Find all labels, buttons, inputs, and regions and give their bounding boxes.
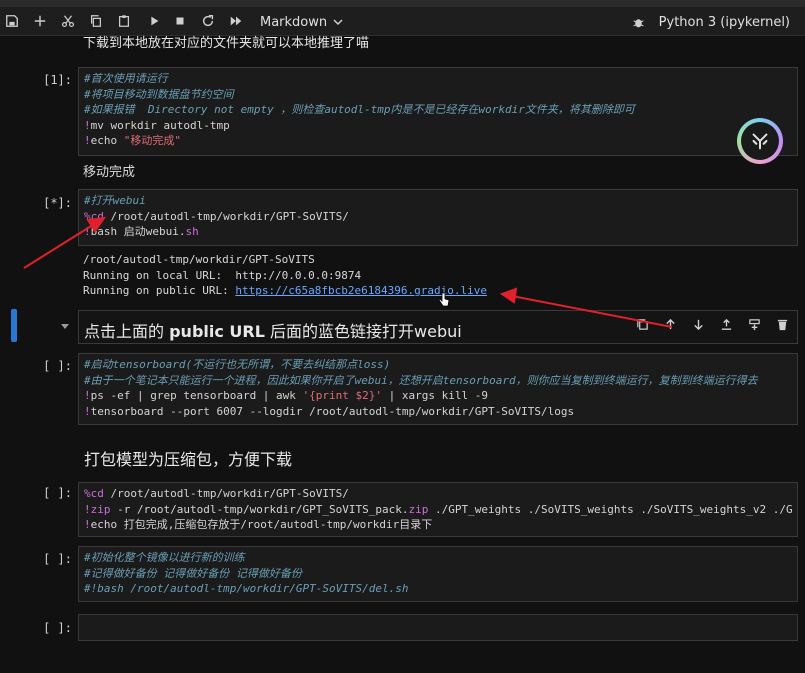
code-keyword: zip	[90, 502, 111, 516]
code-comment: #由于一个笔记本只能运行一个进程，因此如果你开启了webui，还想开启tenso…	[84, 373, 758, 387]
code-comment: #打开webui	[84, 194, 146, 207]
code-comment: #初始化整个镜像以进行新的训练	[84, 551, 245, 564]
cell-type-select[interactable]: Markdown	[260, 13, 343, 31]
paste-icon[interactable]	[114, 11, 134, 31]
hand-cursor-icon	[438, 292, 450, 307]
markdown-heading: 点击上面的 public URL 后面的蓝色链接打开webui	[84, 318, 462, 342]
code-comment: #记得做好备份 记得做好备份 记得做好备份	[84, 566, 302, 580]
markdown-heading: 打包模型为压缩包，方便下载	[84, 450, 293, 469]
insert-below-icon[interactable]	[740, 314, 768, 334]
code-cell-6-empty[interactable]	[78, 614, 798, 641]
code-ext: sh	[185, 225, 199, 238]
cut-icon[interactable]	[58, 11, 78, 31]
code-cell-3[interactable]: #启动tensorboard(不运行也无所谓，不要去纠结那点loss) #由于一…	[78, 353, 798, 425]
duplicate-icon[interactable]	[628, 314, 656, 334]
restart-icon[interactable]	[198, 11, 218, 31]
code-line: | xargs kill -9	[382, 389, 488, 402]
code-line: /root/autodl-tmp/workdir/GPT-SoVITS/	[103, 209, 349, 223]
run-icon[interactable]	[144, 11, 164, 31]
save-icon[interactable]	[2, 11, 22, 31]
bug-icon[interactable]	[632, 16, 645, 29]
code-line: bash 启动webui.	[90, 225, 186, 238]
heading-text: 后面的蓝色链接打开webui	[264, 322, 462, 341]
code-comment: #启动tensorboard(不运行也无所谓，不要去纠结那点loss)	[84, 358, 391, 371]
cell-prompt: [ ]:	[43, 486, 72, 500]
insert-above-icon[interactable]	[712, 314, 740, 334]
cell-prompt: [ ]:	[43, 359, 72, 373]
move-down-icon[interactable]	[684, 314, 712, 334]
cell-output: 移动完成	[83, 165, 136, 180]
code-line: echo 打包完成,压缩包存放于/root/autodl-tmp/workdir…	[90, 518, 433, 531]
kernel-indicator[interactable]: Python 3 (ipykernel)	[632, 13, 790, 31]
code-line: ps -ef | grep tensorboard | awk	[90, 389, 303, 402]
bang: !	[84, 118, 91, 132]
bang: !	[84, 404, 91, 418]
bang: !	[84, 225, 91, 238]
cell-prompt: [*]:	[43, 196, 72, 210]
cell-type-value: Markdown	[260, 14, 328, 30]
bang: !	[84, 389, 91, 402]
bang: !	[84, 518, 91, 531]
output-line: /root/autodl-tmp/workdir/GPT-SoVITS	[83, 253, 315, 266]
logo-icon	[752, 133, 768, 150]
code-cell-2[interactable]: #打开webui %cd /root/autodl-tmp/workdir/GP…	[78, 189, 798, 246]
magic: %cd	[84, 487, 104, 500]
code-line: ./GPT_weights ./SoVITS_weights ./SoVITS_…	[428, 502, 793, 516]
delete-icon[interactable]	[768, 314, 796, 334]
cell-output: /root/autodl-tmp/workdir/GPT-SoVITS Runn…	[83, 252, 487, 299]
heading-bold: public URL	[169, 322, 265, 341]
cell-prompt: [1]:	[43, 73, 72, 87]
cell-toolbar	[628, 314, 796, 334]
run-all-icon[interactable]	[226, 11, 246, 31]
code-line: tensorboard --port 6007 --logdir /root/a…	[90, 404, 575, 418]
chevron-down-icon	[333, 19, 343, 26]
move-up-icon[interactable]	[656, 314, 684, 334]
code-cell-1[interactable]: #首次使用请运行 #将项目移动到数据盘节约空间 #如果报错 Directory …	[78, 67, 798, 156]
copy-icon[interactable]	[86, 11, 106, 31]
kernel-name: Python 3 (ipykernel)	[658, 14, 790, 30]
output-line: Running on public URL:	[83, 284, 236, 297]
code-comment: #首次使用请运行	[84, 72, 168, 85]
tab-strip	[0, 0, 805, 7]
magic: %cd	[84, 209, 104, 223]
code-comment: #将项目移动到数据盘节约空间	[84, 87, 234, 101]
cell-prompt: [ ]:	[43, 621, 72, 635]
cell-prompt: [ ]:	[43, 552, 72, 566]
add-cell-icon[interactable]	[30, 11, 50, 31]
collapse-caret-icon[interactable]	[60, 321, 70, 331]
code-line: -r /root/autodl-tmp/workdir/GPT_SoVITS_p…	[110, 502, 409, 516]
selected-cell-indicator	[11, 309, 17, 342]
code-cell-4[interactable]: %cd /root/autodl-tmp/workdir/GPT-SoVITS/…	[78, 482, 798, 537]
stop-icon[interactable]	[170, 11, 190, 31]
code-line: echo	[90, 134, 124, 147]
code-comment: #!bash /root/autodl-tmp/workdir/GPT-SoVI…	[84, 582, 409, 595]
arrow-head-2	[499, 287, 518, 304]
assistant-avatar[interactable]	[737, 118, 783, 164]
code-string: '{print $2}'	[302, 389, 383, 402]
bang: !	[84, 134, 91, 147]
heading-text: 点击上面的	[84, 322, 170, 341]
output-line: Running on local URL: http://0.0.0.0:987…	[83, 268, 362, 282]
code-string: "移动完成"	[123, 134, 181, 147]
code-cell-5[interactable]: #初始化整个镜像以进行新的训练 #记得做好备份 记得做好备份 记得做好备份 #!…	[78, 546, 798, 602]
markdown-text-top: 下载到本地放在对应的文件夹就可以本地推理了喵	[83, 36, 370, 51]
code-comment: #如果报错 Directory not empty ，则检查autodl-tmp…	[84, 103, 635, 116]
bang: !	[84, 502, 91, 516]
code-line: /root/autodl-tmp/workdir/GPT-SoVITS/	[103, 487, 349, 500]
code-ext: zip	[408, 502, 429, 516]
code-line: mv workdir autodl-tmp	[90, 118, 230, 132]
